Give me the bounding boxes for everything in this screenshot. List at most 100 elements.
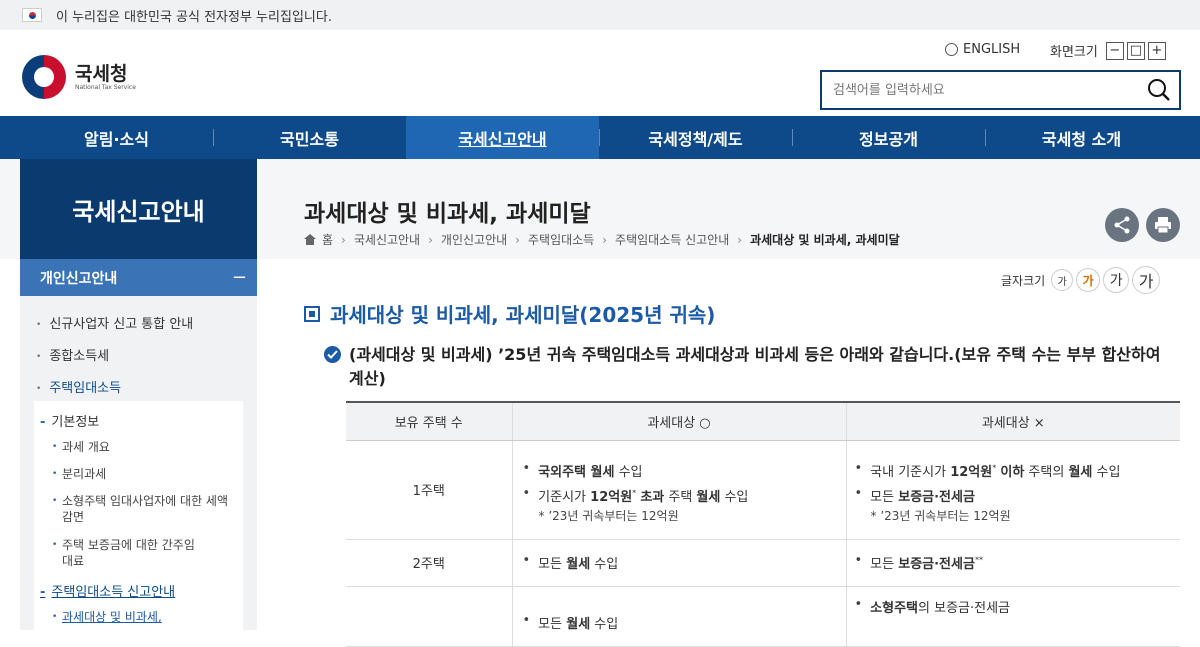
breadcrumb-item[interactable]: 개인신고안내 <box>441 231 507 248</box>
column-header: 과세대상 ○ <box>511 401 846 441</box>
sidebar: 개인신고안내 − 신규사업자 신고 통합 안내 종합소득세 주택임대소득 기본정… <box>20 259 257 630</box>
print-icon <box>1155 217 1171 234</box>
page-title: 과세대상 및 비과세, 과세미달 <box>304 201 591 227</box>
house-count-cell <box>346 586 512 647</box>
zoom-out-button[interactable]: − <box>1105 41 1124 60</box>
nav-item-disclosure[interactable]: 정보공개 <box>792 116 985 159</box>
collapse-icon: − <box>231 267 247 288</box>
zoom-reset-button[interactable]: □ <box>1126 41 1145 60</box>
footnote: * ’23년 귀속부터는 12억원 <box>538 509 679 523</box>
sidebar-item-rental-filing-guide[interactable]: 주택임대소득 신고안내 <box>40 581 175 600</box>
header: 국세청 National Tax Service ENGLISH 화면크기 − … <box>0 30 1200 116</box>
search-box <box>820 70 1181 110</box>
sidebar-item-new-business[interactable]: 신규사업자 신고 통합 안내 <box>20 313 193 332</box>
chevron-right-icon: › <box>602 232 608 247</box>
globe-icon <box>945 43 958 56</box>
sidebar-item-deemed-rent[interactable]: 주택 보증금에 대한 간주임대료 <box>52 537 202 569</box>
sidebar-section-label: 개인신고안내 <box>40 270 118 287</box>
table-row: 1주택 국외주택 월세 수입 기준시가 12억원* 초과 주택 월세 수입 * … <box>346 440 1181 540</box>
nav-item-policy[interactable]: 국세정책/제도 <box>599 116 792 159</box>
list-item: 모든 월세 수입 <box>523 613 846 632</box>
main-nav: 알림·소식 국민소통 국세신고안내 국세정책/제도 정보공개 국세청 소개 <box>0 116 1200 159</box>
breadcrumb-home[interactable]: 홈 <box>322 231 333 248</box>
english-link[interactable]: ENGLISH <box>945 42 1020 57</box>
column-header: 보유 주택 수 <box>346 401 512 441</box>
zoom-label: 화면크기 <box>1050 45 1098 60</box>
column-header: 과세대상 × <box>845 401 1180 441</box>
font-size-default[interactable]: 가 <box>1076 268 1101 292</box>
sidebar-section-header[interactable]: 개인신고안내 − <box>20 259 257 296</box>
taxable-cell: 국외주택 월세 수입 기준시가 12억원* 초과 주택 월세 수입 * ’23년… <box>511 440 846 540</box>
sidebar-item-small-house-reduction[interactable]: 소형주택 임대사업자에 대한 세액 감면 <box>52 493 232 525</box>
zoom-in-button[interactable]: + <box>1147 41 1166 60</box>
print-button[interactable] <box>1146 208 1180 242</box>
logo-name: 국세청 <box>75 62 128 85</box>
gov-notice-text: 이 누리집은 대한민국 공식 전자정부 누리집입니다. <box>56 9 332 25</box>
list-item: 모든 보증금·전세금** <box>855 553 1181 572</box>
list-item: 국외주택 월세 수입 <box>523 461 846 480</box>
korea-flag-icon <box>22 8 42 22</box>
logo-subtitle: National Tax Service <box>75 83 136 91</box>
list-item: 모든 월세 수입 <box>523 553 846 572</box>
sidebar-item-housing-rental[interactable]: 주택임대소득 <box>20 377 121 396</box>
english-label: ENGLISH <box>963 42 1021 57</box>
share-icon <box>1114 216 1130 234</box>
check-circle-icon <box>324 346 341 363</box>
table-row: 2주택 모든 월세 수입 모든 보증금·전세금** <box>346 539 1181 587</box>
house-count-cell: 1주택 <box>346 440 512 540</box>
share-button[interactable] <box>1105 208 1139 242</box>
search-input[interactable] <box>822 73 1139 107</box>
taxable-cell: 모든 월세 수입 <box>511 586 846 647</box>
search-icon <box>1148 79 1170 101</box>
nontaxable-cell: 모든 보증금·전세금** <box>845 539 1181 587</box>
chevron-right-icon: › <box>515 232 520 247</box>
font-size-xlarge[interactable]: 가 <box>1132 266 1161 294</box>
tax-table: 보유 주택 수 과세대상 ○ 과세대상 × 1주택 국외주택 월세 수입 기준시… <box>346 401 1180 647</box>
taxable-cell: 모든 월세 수입 <box>511 539 846 587</box>
nts-logo[interactable]: 국세청 National Tax Service <box>22 55 136 99</box>
section-title: 과세대상 및 비과세, 과세미달(2025년 귀속) <box>304 299 715 328</box>
font-size-control: 글자크기 가 가 가 가 <box>1001 266 1161 294</box>
sidebar-item-overview[interactable]: 과세 개요 <box>52 439 110 455</box>
footnote: * ’23년 귀속부터는 12억원 <box>870 509 1011 523</box>
table-row: 모든 월세 수입 소형주택의 보증금·전세금 <box>346 586 1181 647</box>
search-button[interactable] <box>1139 72 1179 108</box>
chevron-right-icon: › <box>737 232 743 247</box>
nts-emblem-icon <box>22 55 66 99</box>
gov-notice-bar: 이 누리집은 대한민국 공식 전자정부 누리집입니다. <box>0 0 1200 30</box>
nontaxable-cell: 국내 기준시가 12억원* 이하 주택의 월세 수입 모든 보증금·전세금 * … <box>845 440 1181 540</box>
list-item: 기준시가 12억원* 초과 주택 월세 수입 <box>523 486 846 505</box>
nav-item-tax-filing[interactable]: 국세신고안내 <box>406 116 599 159</box>
home-icon <box>304 234 316 245</box>
nav-item-communication[interactable]: 국민소통 <box>213 116 406 159</box>
sidebar-item-taxable-scope[interactable]: 과세대상 및 비과세, <box>52 609 162 625</box>
table-header-row: 보유 주택 수 과세대상 ○ 과세대상 × <box>346 401 1180 441</box>
chevron-right-icon: › <box>428 232 433 247</box>
list-item: 국내 기준시가 12억원* 이하 주택의 월세 수입 <box>855 461 1181 480</box>
nontaxable-cell: 소형주택의 보증금·전세금 <box>845 586 1181 647</box>
sidebar-item-separate-tax[interactable]: 분리과세 <box>52 466 106 482</box>
sidebar-item-income-tax[interactable]: 종합소득세 <box>20 345 109 364</box>
section-title-text: 과세대상 및 비과세, 과세미달(2025년 귀속) <box>330 303 716 327</box>
breadcrumb-item[interactable]: 국세신고안내 <box>354 231 420 248</box>
list-item: 모든 보증금·전세금 <box>855 486 1181 505</box>
screen-zoom-control: 화면크기 − □ + <box>1050 41 1166 60</box>
chevron-right-icon: › <box>341 232 346 247</box>
breadcrumb: 홈 › 국세신고안내 › 개인신고안내 › 주택임대소득 › 주택임대소득 신고… <box>304 231 900 248</box>
nav-item-about[interactable]: 국세청 소개 <box>985 116 1178 159</box>
sidebar-title: 국세신고안내 <box>20 159 257 259</box>
list-item: 소형주택의 보증금·전세금 <box>855 597 1181 616</box>
font-size-large[interactable]: 가 <box>1103 267 1130 293</box>
sidebar-submenu: 기본정보 과세 개요 분리과세 소형주택 임대사업자에 대한 세액 감면 주택 … <box>34 401 243 630</box>
square-bullet-icon <box>304 305 320 322</box>
font-size-label: 글자크기 <box>1001 273 1046 288</box>
nav-item-news[interactable]: 알림·소식 <box>20 116 213 159</box>
section-lead: (과세대상 및 비과세) ’25년 귀속 주택임대소득 과세대상과 비과세 등은… <box>324 343 1180 391</box>
breadcrumb-item[interactable]: 주택임대소득 <box>528 231 594 248</box>
breadcrumb-current: 과세대상 및 비과세, 과세미달 <box>750 233 900 247</box>
font-size-small[interactable]: 가 <box>1051 269 1074 291</box>
section-lead-text: (과세대상 및 비과세) ’25년 귀속 주택임대소득 과세대상과 비과세 등은… <box>349 345 1161 388</box>
sidebar-item-basic-info[interactable]: 기본정보 <box>40 411 99 430</box>
house-count-cell: 2주택 <box>346 539 512 587</box>
breadcrumb-item[interactable]: 주택임대소득 신고안내 <box>615 231 729 248</box>
